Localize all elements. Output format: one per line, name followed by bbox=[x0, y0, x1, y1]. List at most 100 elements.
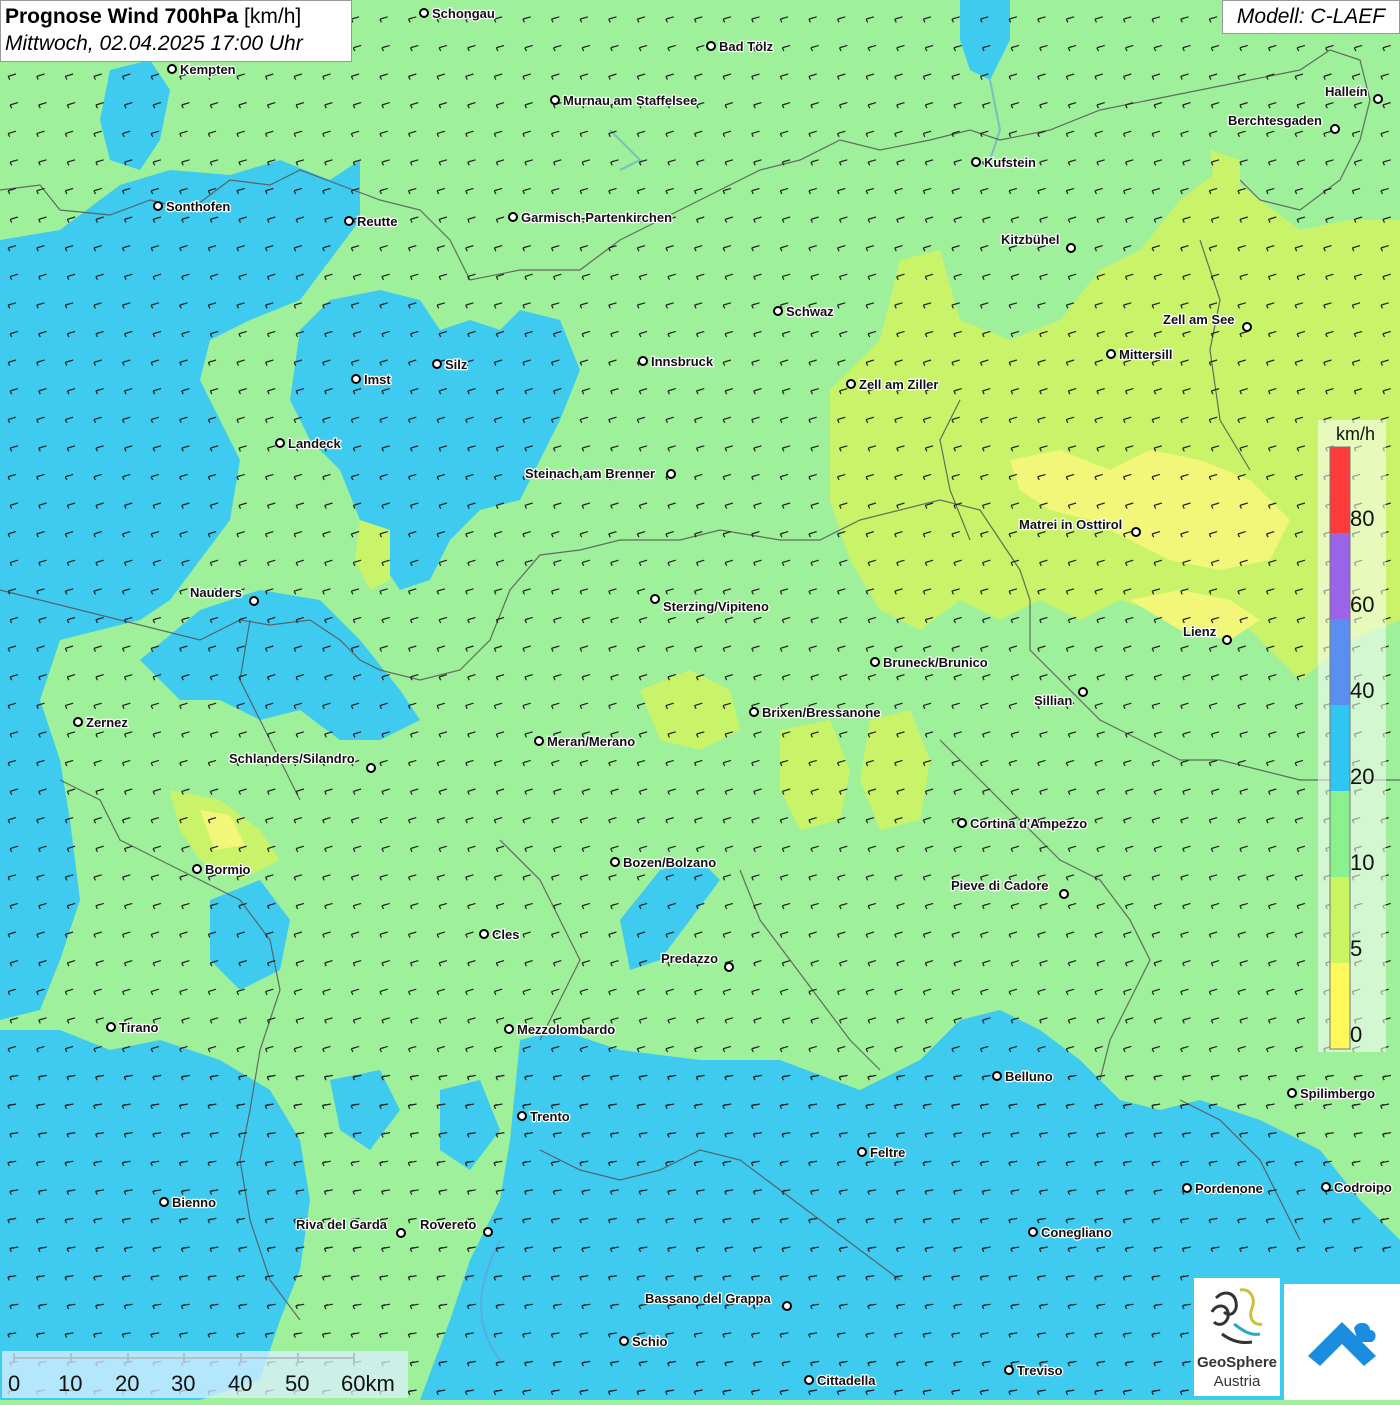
legend-unit: km/h bbox=[1336, 424, 1376, 444]
scale-label: 10 bbox=[58, 1371, 83, 1396]
city-sonthofen[interactable]: Sonthofen bbox=[153, 198, 232, 215]
legend-swatch bbox=[1330, 447, 1350, 533]
scale-label: 40 bbox=[228, 1371, 253, 1396]
svg-text:Schongau: Schongau bbox=[432, 6, 495, 21]
svg-text:Sterzing/Vipiteno: Sterzing/Vipiteno bbox=[663, 599, 769, 614]
city-schongau[interactable]: Schongau bbox=[419, 5, 496, 22]
svg-text:Reutte: Reutte bbox=[357, 214, 397, 229]
legend-tick-40: 40 bbox=[1350, 678, 1375, 703]
svg-text:Murnau am Staffelsee: Murnau am Staffelsee bbox=[563, 93, 697, 108]
legend-swatch bbox=[1330, 619, 1350, 705]
svg-text:Spilimbergo: Spilimbergo bbox=[1300, 1086, 1375, 1101]
geosphere-name: GeoSphere bbox=[1196, 1354, 1278, 1371]
city-murnau[interactable]: Murnau am Staffelsee bbox=[550, 92, 699, 109]
svg-text:Rovereto: Rovereto bbox=[420, 1217, 476, 1232]
svg-text:Cittadella: Cittadella bbox=[817, 1373, 876, 1388]
svg-text:Schwaz: Schwaz bbox=[786, 304, 834, 319]
map-title: Prognose Wind 700hPa [km/h] bbox=[5, 4, 347, 30]
svg-text:Zell am Ziller: Zell am Ziller bbox=[859, 377, 938, 392]
svg-text:Codroipo: Codroipo bbox=[1334, 1180, 1392, 1195]
svg-text:Zell am See: Zell am See bbox=[1163, 312, 1235, 327]
city-steinach[interactable]: Steinach am Brenner bbox=[524, 465, 676, 482]
svg-text:Pordenone: Pordenone bbox=[1195, 1181, 1263, 1196]
scale-label: 60km bbox=[341, 1371, 395, 1396]
svg-text:Bruneck/Brunico: Bruneck/Brunico bbox=[883, 655, 988, 670]
warning-app-icon bbox=[1308, 1322, 1376, 1366]
legend-tick-60: 60 bbox=[1350, 592, 1375, 617]
legend-swatch bbox=[1330, 705, 1350, 791]
svg-text:Bassano del Grappa: Bassano del Grappa bbox=[645, 1291, 771, 1306]
scale-label: 50 bbox=[285, 1371, 310, 1396]
svg-text:Sillian: Sillian bbox=[1034, 693, 1072, 708]
svg-text:Bad Tölz: Bad Tölz bbox=[719, 39, 774, 54]
city-garmisch[interactable]: Garmisch-Partenkirchen bbox=[508, 209, 673, 226]
svg-text:Kufstein: Kufstein bbox=[984, 155, 1036, 170]
svg-text:Conegliano: Conegliano bbox=[1041, 1225, 1112, 1240]
warning-app-logo[interactable] bbox=[1284, 1284, 1400, 1400]
svg-text:Belluno: Belluno bbox=[1005, 1069, 1053, 1084]
legend-tick-80: 80 bbox=[1350, 506, 1375, 531]
city-innsbruck[interactable]: Innsbruck bbox=[638, 353, 715, 370]
city-conegliano[interactable]: Conegliano bbox=[1028, 1224, 1113, 1241]
svg-text:Halleín: Halleín bbox=[1325, 84, 1368, 99]
svg-text:Kitzbühel: Kitzbühel bbox=[1001, 232, 1060, 247]
city-mezzolombardo[interactable]: Mezzolombardo bbox=[504, 1021, 617, 1038]
svg-text:Innsbruck: Innsbruck bbox=[651, 354, 714, 369]
title-text: Prognose Wind 700hPa bbox=[5, 5, 239, 28]
city-bozen[interactable]: Bozen/Bolzano bbox=[610, 854, 717, 871]
legend-tick-5: 5 bbox=[1350, 936, 1363, 961]
svg-text:Brixen/Bressanone: Brixen/Bressanone bbox=[762, 705, 881, 720]
city-meran[interactable]: Meran/Merano bbox=[534, 733, 636, 750]
svg-text:Kempten: Kempten bbox=[180, 62, 236, 77]
scale-label: 30 bbox=[171, 1371, 196, 1396]
svg-text:Zernez: Zernez bbox=[86, 715, 128, 730]
legend-tick-10: 10 bbox=[1350, 850, 1375, 875]
svg-text:Predazzo: Predazzo bbox=[661, 951, 718, 966]
svg-text:Bormio: Bormio bbox=[205, 862, 251, 877]
geosphere-logo-icon bbox=[1210, 1288, 1263, 1344]
city-brixen[interactable]: Brixen/Bressanone bbox=[749, 704, 882, 721]
svg-text:Steinach am Brenner: Steinach am Brenner bbox=[525, 466, 655, 481]
legend-tick-0: 0 bbox=[1350, 1022, 1363, 1047]
title-unit: [km/h] bbox=[244, 5, 302, 28]
svg-text:Bienno: Bienno bbox=[172, 1195, 216, 1210]
svg-text:Nauders: Nauders bbox=[190, 585, 242, 600]
svg-text:Schio: Schio bbox=[632, 1334, 667, 1349]
geosphere-country: Austria bbox=[1213, 1373, 1261, 1390]
svg-text:Sonthofen: Sonthofen bbox=[166, 199, 230, 214]
svg-text:Cortina d'Ampezzo: Cortina d'Ampezzo bbox=[970, 816, 1087, 831]
svg-text:Landeck: Landeck bbox=[288, 436, 342, 451]
legend-swatch bbox=[1330, 877, 1350, 963]
svg-text:Matrei in Osttirol: Matrei in Osttirol bbox=[1019, 517, 1122, 532]
model-label: Modell: C-LAEF bbox=[1222, 0, 1400, 34]
svg-text:Riva del Garda: Riva del Garda bbox=[296, 1217, 388, 1232]
forecast-datetime: Mittwoch, 02.04.2025 17:00 Uhr bbox=[5, 32, 303, 55]
wind-map[interactable]: Schongau Bad Tölz Kempten Murnau am Staf… bbox=[0, 0, 1400, 1400]
scale-label: 0 bbox=[8, 1371, 21, 1396]
svg-text:Meran/Merano: Meran/Merano bbox=[547, 734, 635, 749]
svg-text:Feltre: Feltre bbox=[870, 1145, 905, 1160]
svg-text:Mittersill: Mittersill bbox=[1119, 347, 1172, 362]
city-bruneck[interactable]: Bruneck/Brunico bbox=[870, 654, 989, 671]
scale-label: 20 bbox=[115, 1371, 140, 1396]
svg-text:Mezzolombardo: Mezzolombardo bbox=[517, 1022, 615, 1037]
svg-text:Treviso: Treviso bbox=[1017, 1363, 1063, 1378]
city-zell-am-ziller[interactable]: Zell am Ziller bbox=[846, 376, 940, 393]
svg-text:Berchtesgaden: Berchtesgaden bbox=[1228, 113, 1322, 128]
city-pordenone[interactable]: Pordenone bbox=[1182, 1180, 1264, 1197]
title-box: Prognose Wind 700hPa [km/h] Mittwoch, 02… bbox=[0, 0, 352, 62]
city-spilimbergo[interactable]: Spilimbergo bbox=[1287, 1085, 1376, 1102]
svg-text:Lienz: Lienz bbox=[1183, 624, 1217, 639]
svg-text:Pieve di Cadore: Pieve di Cadore bbox=[951, 878, 1049, 893]
legend-tick-20: 20 bbox=[1350, 764, 1375, 789]
legend-swatch bbox=[1330, 791, 1350, 877]
legend-swatch bbox=[1330, 963, 1350, 1049]
city-cortina[interactable]: Cortina d'Ampezzo bbox=[957, 815, 1089, 832]
svg-text:Garmisch-Partenkirchen: Garmisch-Partenkirchen bbox=[521, 210, 672, 225]
geosphere-logo[interactable]: GeoSphere Austria bbox=[1194, 1278, 1280, 1396]
svg-text:Schlanders/Silandro: Schlanders/Silandro bbox=[229, 751, 355, 766]
svg-text:Cles: Cles bbox=[492, 927, 519, 942]
svg-text:Trento: Trento bbox=[530, 1109, 570, 1124]
svg-text:Silz: Silz bbox=[445, 357, 468, 372]
legend-swatch bbox=[1330, 533, 1350, 619]
